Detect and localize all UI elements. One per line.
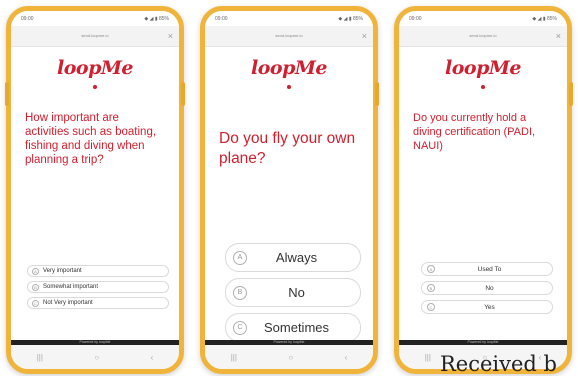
option-label: No [288, 285, 305, 300]
status-icons: ◆ ◢ ▮ 85% [532, 15, 557, 22]
question-text: Do you currently hold a diving certifica… [413, 112, 536, 152]
logo-dot [287, 85, 291, 89]
status-bar: 09:00 ◆ ◢ ▮ 85% [11, 11, 179, 26]
status-icons: ◆ ◢ ▮ 85% [144, 15, 169, 22]
survey-screen-1: 09:00 ◆ ◢ ▮ 85% send.loopme.io × loopMe … [11, 11, 179, 369]
android-nav-bar: ||| ○ ‹ [11, 345, 179, 369]
side-button [5, 82, 9, 106]
answer-options: A Always B No C Sometimes [225, 243, 361, 348]
option-letter-c: C [233, 320, 247, 335]
loopme-logo: loopMe [57, 57, 133, 79]
option-not-very-important[interactable]: C Not Very important [27, 297, 169, 309]
side-button [375, 82, 379, 106]
option-label: Always [275, 250, 318, 265]
option-label: Very important [43, 268, 82, 274]
option-letter-b: B [32, 283, 39, 291]
option-label: No [485, 284, 494, 292]
answer-options: A Used To B No C Yes [421, 262, 553, 319]
option-used-to[interactable]: A Used To [421, 262, 553, 276]
status-bar: 09:00 ◆ ◢ ▮ 85% [205, 11, 373, 26]
recents-icon[interactable]: ||| [231, 353, 237, 362]
url-bar: send.loopme.io × [205, 26, 373, 47]
status-time: 09:00 [21, 15, 34, 22]
url-bar: send.loopme.io × [11, 26, 179, 47]
side-button [569, 82, 573, 106]
question-text: Do you fly your own plane? [219, 130, 356, 167]
logo-dot [481, 85, 485, 89]
option-letter-b: B [233, 285, 247, 300]
status-bar: 09:00 ◆ ◢ ▮ 85% [399, 11, 567, 26]
back-icon[interactable]: ‹ [151, 353, 154, 362]
option-label: Sometimes [263, 320, 330, 335]
option-label: Not Very important [43, 300, 93, 306]
status-time: 09:00 [215, 15, 228, 22]
home-icon[interactable]: ○ [94, 353, 99, 362]
watermark-text: Received b [440, 352, 557, 376]
option-label: Yes [484, 303, 495, 311]
option-letter-c: C [32, 299, 39, 307]
option-label: Used To [477, 265, 502, 273]
url-text: send.loopme.io [469, 33, 497, 38]
loopme-logo: loopMe [445, 57, 521, 79]
option-letter-b: B [427, 284, 435, 292]
close-icon[interactable]: × [168, 26, 173, 46]
option-very-important[interactable]: A Very important [27, 265, 169, 277]
option-letter-a: A [32, 267, 39, 275]
phone-frame-1: 09:00 ◆ ◢ ▮ 85% send.loopme.io × loopMe … [6, 6, 184, 374]
logo-dot [93, 85, 97, 89]
answer-options: A Very important B Somewhat important C … [27, 265, 169, 313]
survey-screen-3: 09:00 ◆ ◢ ▮ 85% send.loopme.io × loopMe … [399, 11, 567, 369]
url-text: send.loopme.io [275, 33, 303, 38]
option-always[interactable]: A Always [225, 243, 361, 272]
option-letter-c: C [427, 303, 435, 311]
recents-icon[interactable]: ||| [37, 353, 43, 362]
close-icon[interactable]: × [362, 26, 367, 46]
option-letter-a: A [233, 250, 247, 265]
survey-screen-2: 09:00 ◆ ◢ ▮ 85% send.loopme.io × loopMe … [205, 11, 373, 369]
status-icons: ◆ ◢ ▮ 85% [338, 15, 363, 22]
home-icon[interactable]: ○ [288, 353, 293, 362]
url-text: send.loopme.io [81, 33, 109, 38]
option-sometimes[interactable]: C Sometimes [225, 313, 361, 342]
loopme-logo: loopMe [251, 57, 327, 79]
phone-frame-2: 09:00 ◆ ◢ ▮ 85% send.loopme.io × loopMe … [200, 6, 378, 374]
phone-frame-3: 09:00 ◆ ◢ ▮ 85% send.loopme.io × loopMe … [394, 6, 572, 374]
close-icon[interactable]: × [556, 26, 561, 46]
android-nav-bar: ||| ○ ‹ [205, 345, 373, 369]
option-no[interactable]: B No [421, 281, 553, 295]
status-time: 09:00 [409, 15, 422, 22]
back-icon[interactable]: ‹ [345, 353, 348, 362]
option-somewhat-important[interactable]: B Somewhat important [27, 281, 169, 293]
option-letter-a: A [427, 265, 435, 273]
url-bar: send.loopme.io × [399, 26, 567, 47]
recents-icon[interactable]: ||| [425, 353, 431, 362]
question-text: How important are activities such as boa… [25, 112, 157, 166]
option-no[interactable]: B No [225, 278, 361, 307]
option-yes[interactable]: C Yes [421, 300, 553, 314]
side-button [181, 82, 185, 106]
option-label: Somewhat important [43, 284, 99, 290]
